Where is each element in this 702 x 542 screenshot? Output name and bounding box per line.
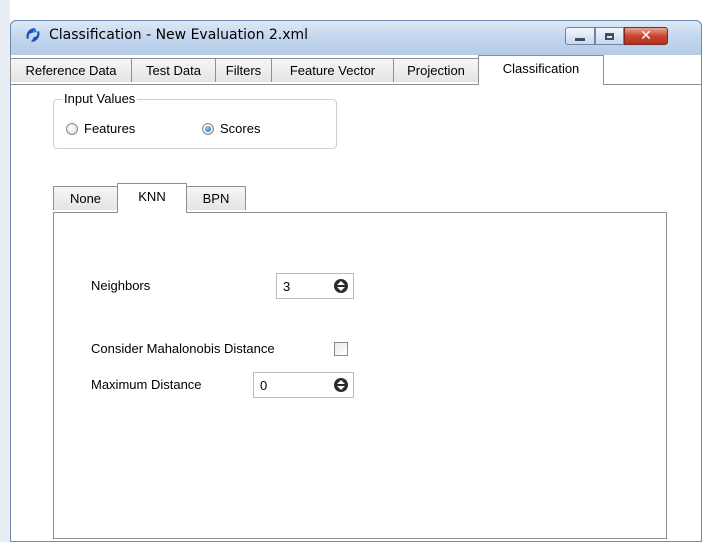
tab-label: Projection: [407, 63, 465, 78]
tab-reference-data[interactable]: Reference Data: [10, 58, 132, 82]
title-bar[interactable]: Classification - New Evaluation 2.xml ✕: [11, 21, 701, 55]
tab-classification[interactable]: Classification: [478, 55, 604, 85]
knn-settings-panel: Neighbors 3 Consider Mahalonobis Distanc…: [53, 212, 667, 539]
neighbors-stepper[interactable]: 3: [276, 273, 354, 299]
tab-label: Reference Data: [25, 63, 117, 78]
tab-label: Filters: [225, 63, 262, 78]
tab-label: Classification: [502, 61, 580, 76]
window-client-area: Reference Data Test Data Filters Feature…: [10, 55, 701, 541]
scores-radio-label: Scores: [220, 121, 261, 136]
minimize-icon: [575, 37, 585, 41]
features-radio-label: Features: [84, 121, 136, 136]
max-distance-stepper[interactable]: 0: [253, 372, 354, 398]
minimize-button[interactable]: [565, 27, 595, 45]
radio-selected-icon: [202, 122, 214, 135]
main-tab-strip: Reference Data Test Data Filters Feature…: [10, 55, 701, 85]
mahalanobis-label: Consider Mahalonobis Distance: [91, 341, 275, 356]
tab-label: Feature Vector: [289, 63, 376, 78]
tab-test-data[interactable]: Test Data: [131, 58, 216, 82]
tab-label: KNN: [138, 189, 166, 204]
tab-knn[interactable]: KNN: [117, 183, 187, 213]
tab-bpn[interactable]: BPN: [186, 186, 246, 210]
tab-label: BPN: [202, 191, 230, 206]
close-button[interactable]: ✕: [624, 27, 668, 45]
spin-arrows-icon[interactable]: [334, 279, 348, 293]
neighbors-label: Neighbors: [91, 278, 151, 293]
max-distance-label: Maximum Distance: [91, 377, 202, 392]
tab-label: Test Data: [146, 63, 201, 78]
app-logo-icon: [26, 28, 40, 42]
tab-filters[interactable]: Filters: [215, 58, 272, 82]
tab-none[interactable]: None: [53, 186, 118, 210]
neighbors-value: 3: [283, 279, 291, 294]
classification-page: Input Values Features Scores None KNN BP…: [11, 84, 701, 541]
input-values-group: Input Values Features Scores: [53, 91, 337, 149]
radio-unselected-icon: [66, 122, 78, 135]
maximize-icon: [605, 32, 614, 40]
features-radio[interactable]: Features: [66, 121, 135, 136]
classification-window: Classification - New Evaluation 2.xml ✕ …: [10, 20, 702, 542]
classifier-tab-strip: None KNN BPN: [53, 183, 673, 213]
background-edge: [0, 0, 10, 542]
input-values-legend: Input Values: [62, 91, 138, 106]
max-distance-value: 0: [260, 378, 268, 393]
window-title: Classification - New Evaluation 2.xml: [49, 27, 309, 43]
maximize-button[interactable]: [595, 27, 624, 45]
tab-label: None: [69, 191, 102, 206]
tab-projection[interactable]: Projection: [393, 58, 479, 82]
close-icon: ✕: [640, 28, 652, 44]
tab-feature-vector[interactable]: Feature Vector: [271, 58, 394, 82]
spin-arrows-icon[interactable]: [334, 378, 348, 392]
mahalanobis-checkbox[interactable]: [334, 342, 348, 356]
scores-radio[interactable]: Scores: [202, 121, 260, 136]
